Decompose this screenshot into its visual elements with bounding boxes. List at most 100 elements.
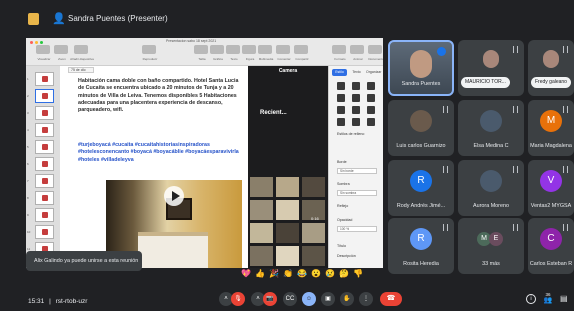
camera-photo-thumbnail[interactable] [301, 222, 326, 244]
style-swatch[interactable] [367, 94, 375, 102]
camera-photo-thumbnail[interactable] [249, 199, 274, 221]
zoom-select[interactable]: 75 de clic [68, 67, 94, 73]
camera-recent-label[interactable]: Recient... [260, 110, 287, 116]
toolbar-button[interactable] [36, 45, 50, 54]
slide-thumbnail[interactable] [35, 174, 54, 188]
style-swatch[interactable] [352, 82, 360, 90]
toolbar-button[interactable] [194, 45, 208, 54]
format-field[interactable]: Sin borde [337, 168, 377, 174]
video-feed [483, 50, 499, 68]
hand-icon[interactable]: ✋ [340, 292, 354, 306]
toolbar-button[interactable] [350, 45, 364, 54]
avatar: E [489, 232, 503, 246]
emoji-icon[interactable]: ☺ [302, 292, 316, 306]
participant-tile[interactable]: Ventas2 MYGSA V [528, 160, 574, 216]
people-icon[interactable]: 36 👥 [542, 292, 554, 306]
more-icon[interactable]: ⋮ [359, 292, 373, 306]
slide-thumbnail[interactable] [35, 191, 54, 205]
camera-roll-panel: Camera Recient... 0:16 [248, 66, 328, 268]
style-swatch[interactable] [367, 106, 375, 114]
style-swatch[interactable] [352, 106, 360, 114]
close-dot-icon [30, 41, 33, 44]
camera-photo-thumbnail[interactable] [249, 245, 274, 267]
slide-thumbnail[interactable] [35, 225, 54, 239]
style-swatch[interactable] [337, 82, 345, 90]
slide-thumbnail[interactable] [35, 140, 54, 154]
avatar: M [540, 110, 562, 132]
style-swatch[interactable] [352, 94, 360, 102]
format-label: Estilos de relleno [337, 132, 365, 136]
slide-thumbnail[interactable] [35, 106, 54, 120]
toolbar-button[interactable] [210, 45, 224, 54]
participant-tile[interactable]: Luis carlos Guarnizo [388, 100, 454, 156]
format-tab[interactable]: Organizar [366, 69, 381, 76]
thumbnail-image [42, 195, 48, 201]
camera-photo-thumbnail[interactable] [275, 199, 300, 221]
reaction-button[interactable]: 👎 [353, 268, 363, 280]
reaction-button[interactable]: 😮 [311, 268, 321, 280]
reaction-button[interactable]: 👏 [283, 268, 293, 280]
join-notification: Alix Galindo ya puede unirse a esta reun… [26, 251, 142, 271]
camera-photo-thumbnail[interactable] [249, 222, 274, 244]
slide-thumbnail[interactable] [35, 72, 54, 86]
reaction-button[interactable]: 🎉 [269, 268, 279, 280]
camera-photo-thumbnail[interactable] [249, 176, 274, 198]
format-tab[interactable]: Estilo [332, 69, 347, 76]
toolbar-button[interactable] [332, 45, 346, 54]
toolbar-button[interactable] [242, 45, 256, 54]
participant-tile[interactable]: Fredy galeano [528, 40, 574, 96]
participant-tile[interactable]: Sandra Puentes [388, 40, 454, 96]
style-swatch[interactable] [337, 106, 345, 114]
participant-tile[interactable]: Carlos Esteban R C [528, 218, 574, 274]
toolbar-button[interactable] [142, 45, 156, 54]
phone-icon[interactable]: ☎ [380, 292, 402, 306]
toolbar-button[interactable] [276, 45, 290, 54]
reaction-button[interactable]: 😂 [297, 268, 307, 280]
reaction-button[interactable]: 👍 [255, 268, 265, 280]
toolbar-button[interactable] [294, 45, 308, 54]
participant-tile[interactable]: Rody Andrés Jimé... R [388, 160, 454, 216]
style-swatch[interactable] [337, 118, 345, 126]
participant-tile[interactable]: Maria Magdalena M [528, 100, 574, 156]
toolbar-button[interactable] [54, 45, 68, 54]
camera-photo-thumbnail[interactable] [301, 245, 326, 267]
present-icon[interactable]: ▣ [321, 292, 335, 306]
style-swatch[interactable] [367, 82, 375, 90]
toolbar-button[interactable] [74, 45, 88, 54]
thumbnail-image [42, 178, 48, 184]
slide-thumbnail[interactable] [35, 123, 54, 137]
slide-body-text: Habitación cama doble con baño compartid… [78, 78, 239, 114]
reaction-button[interactable]: 💖 [241, 268, 251, 280]
avatar [480, 170, 502, 192]
camera-photo-thumbnail[interactable] [301, 176, 326, 198]
style-swatch[interactable] [337, 94, 345, 102]
format-field[interactable]: 100 % [337, 226, 377, 232]
format-field[interactable]: Sin sombra [337, 190, 377, 196]
reaction-button[interactable]: 😢 [325, 268, 335, 280]
style-swatch[interactable] [367, 118, 375, 126]
participant-tile[interactable]: Aurora Moreno [458, 160, 524, 216]
mic-off-icon[interactable]: 🎙 [231, 292, 245, 306]
toolbar-button[interactable] [226, 45, 240, 54]
chat-icon[interactable]: ▤ [560, 294, 570, 304]
camera-photo-thumbnail[interactable] [275, 222, 300, 244]
style-swatch[interactable] [352, 118, 360, 126]
slide-number: 5 [27, 145, 29, 149]
participant-tile[interactable]: Rosita Heredia R [388, 218, 454, 274]
camera-photo-thumbnail[interactable] [275, 176, 300, 198]
format-tab[interactable]: Texto [349, 69, 364, 76]
slide-thumbnail[interactable] [35, 157, 54, 171]
mic-off-icon [443, 166, 448, 173]
camera-photo-thumbnail[interactable] [275, 245, 300, 267]
captions-icon[interactable]: CC [283, 292, 297, 306]
participant-tile[interactable]: Elsa Medina C [458, 100, 524, 156]
participant-tile[interactable]: MAURICIO TOR... [458, 40, 524, 96]
participant-tile[interactable]: 33 más M E [458, 218, 524, 274]
info-icon[interactable]: i [526, 294, 536, 304]
toolbar-button[interactable] [258, 45, 272, 54]
toolbar-button[interactable] [368, 45, 382, 54]
reaction-button[interactable]: 🤔 [339, 268, 349, 280]
cam-off-icon[interactable]: 📷 [263, 292, 277, 306]
slide-thumbnail[interactable] [35, 89, 54, 103]
slide-thumbnail[interactable] [35, 208, 54, 222]
